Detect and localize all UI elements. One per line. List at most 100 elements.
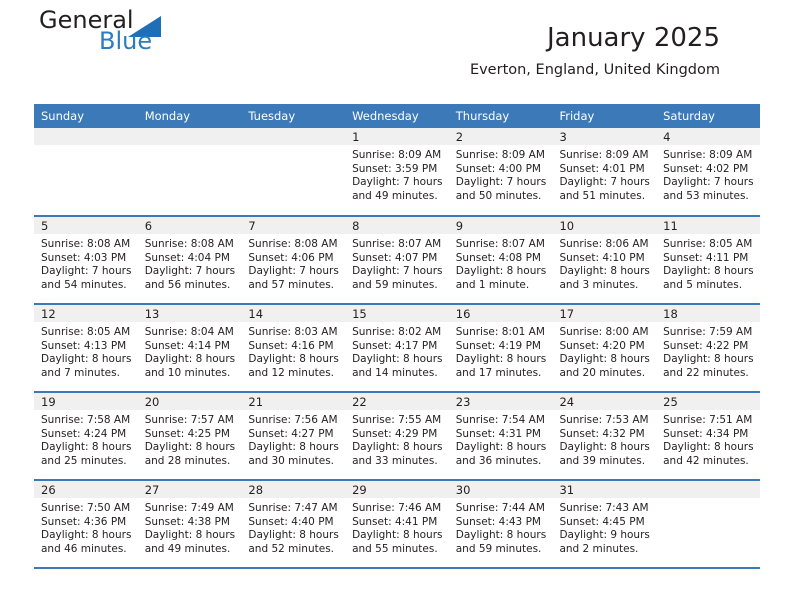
calendar-day-cell[interactable]: 29 Sunrise: 7:46 AM Sunset: 4:41 PM Dayligh… bbox=[345, 480, 449, 569]
daylight-text-line1: Daylight: 8 hours bbox=[352, 529, 443, 542]
day-details: Sunrise: 7:50 AM Sunset: 4:36 PM Daylight:… bbox=[34, 498, 138, 556]
sunset-text: Sunset: 3:59 PM bbox=[352, 162, 438, 175]
calendar-day-cell[interactable]: 12 Sunrise: 8:05 AM Sunset: 4:13 PM Dayligh… bbox=[34, 304, 138, 393]
calendar-day-cell[interactable]: 18 Sunrise: 7:59 AM Sunset: 4:22 PM Dayligh… bbox=[656, 304, 760, 393]
day-details: Sunrise: 7:43 AM Sunset: 4:45 PM Daylight:… bbox=[552, 498, 656, 556]
daylight-text-line2: and 49 minutes. bbox=[352, 189, 438, 202]
day-details: Sunrise: 7:58 AM Sunset: 4:24 PM Daylight:… bbox=[34, 410, 138, 468]
day-number: 26 bbox=[34, 481, 138, 498]
sunset-text: Sunset: 4:41 PM bbox=[352, 515, 438, 528]
day-number: 8 bbox=[345, 217, 449, 234]
sunset-text: Sunset: 4:01 PM bbox=[559, 162, 645, 175]
day-number: 9 bbox=[448, 217, 553, 234]
daylight-text-line2: and 14 minutes. bbox=[352, 366, 438, 379]
calendar-day-cell[interactable]: 11 Sunrise: 8:05 AM Sunset: 4:11 PM Dayligh… bbox=[656, 216, 760, 305]
calendar-day-cell[interactable]: 7 Sunrise: 8:08 AM Sunset: 4:06 PM Daylight… bbox=[241, 216, 346, 305]
calendar-day-cell[interactable]: 20 Sunrise: 7:57 AM Sunset: 4:25 PM Dayligh… bbox=[137, 392, 242, 481]
calendar-day-cell[interactable]: 3 Sunrise: 8:09 AM Sunset: 4:01 PM Daylight… bbox=[552, 128, 657, 217]
weekday-header-wednesday: Wednesday bbox=[345, 104, 449, 128]
daylight-text-line2: and 53 minutes. bbox=[663, 189, 749, 202]
calendar-day-cell[interactable]: 15 Sunrise: 8:02 AM Sunset: 4:17 PM Dayligh… bbox=[345, 304, 449, 393]
day-number: 3 bbox=[552, 128, 657, 145]
day-number: 16 bbox=[448, 305, 553, 322]
calendar-day-cell[interactable]: 1 Sunrise: 8:09 AM Sunset: 3:59 PM Daylight… bbox=[345, 128, 449, 217]
day-details: Sunrise: 8:04 AM Sunset: 4:14 PM Daylight:… bbox=[138, 322, 242, 380]
calendar-day-cell[interactable]: 6 Sunrise: 8:08 AM Sunset: 4:04 PM Daylight… bbox=[137, 216, 242, 305]
daylight-text-line1: Daylight: 8 hours bbox=[41, 353, 132, 366]
calendar-day-cell[interactable]: 9 Sunrise: 8:07 AM Sunset: 4:08 PM Daylight… bbox=[448, 216, 553, 305]
daylight-text-line2: and 20 minutes. bbox=[559, 366, 646, 379]
daylight-text-line2: and 57 minutes. bbox=[248, 278, 335, 291]
calendar-day-cell[interactable]: 19 Sunrise: 7:58 AM Sunset: 4:24 PM Dayligh… bbox=[34, 392, 138, 481]
day-details: Sunrise: 8:09 AM Sunset: 4:01 PM Daylight:… bbox=[552, 145, 656, 203]
sunrise-text: Sunrise: 8:09 AM bbox=[352, 149, 442, 161]
calendar-day-cell[interactable]: 23 Sunrise: 7:54 AM Sunset: 4:31 PM Dayligh… bbox=[448, 392, 553, 481]
day-details: Sunrise: 8:08 AM Sunset: 4:04 PM Daylight:… bbox=[138, 234, 242, 292]
calendar-week-row: 5 Sunrise: 8:08 AM Sunset: 4:03 PM Daylight… bbox=[34, 216, 760, 305]
calendar-day-cell[interactable]: 16 Sunrise: 8:01 AM Sunset: 4:19 PM Dayligh… bbox=[448, 304, 553, 393]
calendar-body: 1 Sunrise: 8:09 AM Sunset: 3:59 PM Daylight… bbox=[34, 128, 760, 569]
calendar-day-cell[interactable]: 21 Sunrise: 7:56 AM Sunset: 4:27 PM Dayligh… bbox=[241, 392, 346, 481]
day-number: 30 bbox=[448, 481, 553, 498]
daylight-text-line2: and 52 minutes. bbox=[248, 542, 335, 555]
day-number: 17 bbox=[552, 305, 657, 322]
day-details: Sunrise: 8:05 AM Sunset: 4:11 PM Daylight:… bbox=[656, 234, 760, 292]
calendar-day-cell[interactable]: 26 Sunrise: 7:50 AM Sunset: 4:36 PM Dayligh… bbox=[34, 480, 138, 569]
sunrise-text: Sunrise: 8:06 AM bbox=[559, 238, 649, 250]
daylight-text-line2: and 50 minutes. bbox=[455, 189, 542, 202]
day-number: 6 bbox=[137, 217, 242, 234]
calendar-day-cell[interactable]: 4 Sunrise: 8:09 AM Sunset: 4:02 PM Daylight… bbox=[656, 128, 760, 217]
sunset-text: Sunset: 4:14 PM bbox=[144, 339, 230, 352]
calendar-day-cell[interactable]: 31 Sunrise: 7:43 AM Sunset: 4:45 PM Dayligh… bbox=[552, 480, 657, 569]
day-details: Sunrise: 8:06 AM Sunset: 4:10 PM Daylight:… bbox=[552, 234, 656, 292]
calendar-day-cell[interactable]: 10 Sunrise: 8:06 AM Sunset: 4:10 PM Dayligh… bbox=[552, 216, 657, 305]
daylight-text-line2: and 5 minutes. bbox=[663, 278, 743, 291]
calendar-day-cell[interactable]: 28 Sunrise: 7:47 AM Sunset: 4:40 PM Dayligh… bbox=[241, 480, 346, 569]
calendar-day-cell[interactable]: 8 Sunrise: 8:07 AM Sunset: 4:07 PM Daylight… bbox=[345, 216, 449, 305]
calendar-day-cell[interactable]: 17 Sunrise: 8:00 AM Sunset: 4:20 PM Dayligh… bbox=[552, 304, 657, 393]
calendar-day-cell[interactable]: 2 Sunrise: 8:09 AM Sunset: 4:00 PM Daylight… bbox=[448, 128, 553, 217]
day-number: 25 bbox=[656, 393, 760, 410]
daylight-text-line2: and 55 minutes. bbox=[352, 542, 438, 555]
day-details: Sunrise: 8:02 AM Sunset: 4:17 PM Daylight:… bbox=[345, 322, 449, 380]
day-details: Sunrise: 8:00 AM Sunset: 4:20 PM Daylight:… bbox=[552, 322, 656, 380]
day-details: Sunrise: 7:47 AM Sunset: 4:40 PM Daylight:… bbox=[241, 498, 345, 556]
weekday-header-saturday: Saturday bbox=[656, 104, 760, 128]
calendar-day-cell[interactable]: 30 Sunrise: 7:44 AM Sunset: 4:43 PM Dayligh… bbox=[448, 480, 553, 569]
sunset-text: Sunset: 4:40 PM bbox=[248, 515, 334, 528]
calendar-day-cell-empty bbox=[241, 128, 346, 217]
calendar-day-cell[interactable]: 14 Sunrise: 8:03 AM Sunset: 4:16 PM Dayligh… bbox=[241, 304, 346, 393]
daylight-text-line2: and 28 minutes. bbox=[144, 454, 231, 467]
day-details: Sunrise: 7:53 AM Sunset: 4:32 PM Daylight:… bbox=[552, 410, 656, 468]
daylight-text-line1: Daylight: 9 hours bbox=[559, 529, 650, 542]
weekday-header-thursday: Thursday bbox=[448, 104, 553, 128]
calendar-day-cell[interactable]: 5 Sunrise: 8:08 AM Sunset: 4:03 PM Daylight… bbox=[34, 216, 138, 305]
day-number bbox=[656, 481, 760, 498]
daylight-text-line1: Daylight: 7 hours bbox=[144, 265, 236, 278]
calendar-day-cell[interactable]: 25 Sunrise: 7:51 AM Sunset: 4:34 PM Dayligh… bbox=[656, 392, 760, 481]
sunrise-text: Sunrise: 8:02 AM bbox=[352, 326, 442, 338]
day-details: Sunrise: 7:59 AM Sunset: 4:22 PM Daylight:… bbox=[656, 322, 760, 380]
day-number: 18 bbox=[656, 305, 760, 322]
sunset-text: Sunset: 4:17 PM bbox=[352, 339, 438, 352]
calendar-day-cell[interactable]: 22 Sunrise: 7:55 AM Sunset: 4:29 PM Dayligh… bbox=[345, 392, 449, 481]
sunset-text: Sunset: 4:10 PM bbox=[559, 251, 645, 264]
day-number: 22 bbox=[345, 393, 449, 410]
daylight-text-line1: Daylight: 7 hours bbox=[248, 265, 339, 278]
day-details: Sunrise: 8:07 AM Sunset: 4:08 PM Daylight:… bbox=[449, 234, 553, 292]
calendar-day-cell[interactable]: 24 Sunrise: 7:53 AM Sunset: 4:32 PM Dayligh… bbox=[552, 392, 657, 481]
general-blue-logo[interactable]: General Blue bbox=[39, 8, 239, 64]
daylight-text-line2: and 59 minutes. bbox=[352, 278, 438, 291]
calendar-day-cell[interactable]: 13 Sunrise: 8:04 AM Sunset: 4:14 PM Dayligh… bbox=[137, 304, 242, 393]
daylight-text-line1: Daylight: 8 hours bbox=[248, 441, 339, 454]
calendar-day-cell[interactable]: 27 Sunrise: 7:49 AM Sunset: 4:38 PM Dayligh… bbox=[137, 480, 242, 569]
weekday-header-tuesday: Tuesday bbox=[241, 104, 346, 128]
daylight-text-line1: Daylight: 7 hours bbox=[352, 176, 443, 189]
sunset-text: Sunset: 4:31 PM bbox=[455, 427, 541, 440]
sunrise-text: Sunrise: 7:43 AM bbox=[559, 502, 649, 514]
daylight-text-line1: Daylight: 8 hours bbox=[663, 265, 754, 278]
sunrise-text: Sunrise: 8:09 AM bbox=[663, 149, 753, 161]
sunset-text: Sunset: 4:43 PM bbox=[455, 515, 541, 528]
daylight-text-line1: Daylight: 8 hours bbox=[144, 441, 236, 454]
day-details: Sunrise: 8:08 AM Sunset: 4:06 PM Daylight:… bbox=[241, 234, 345, 292]
